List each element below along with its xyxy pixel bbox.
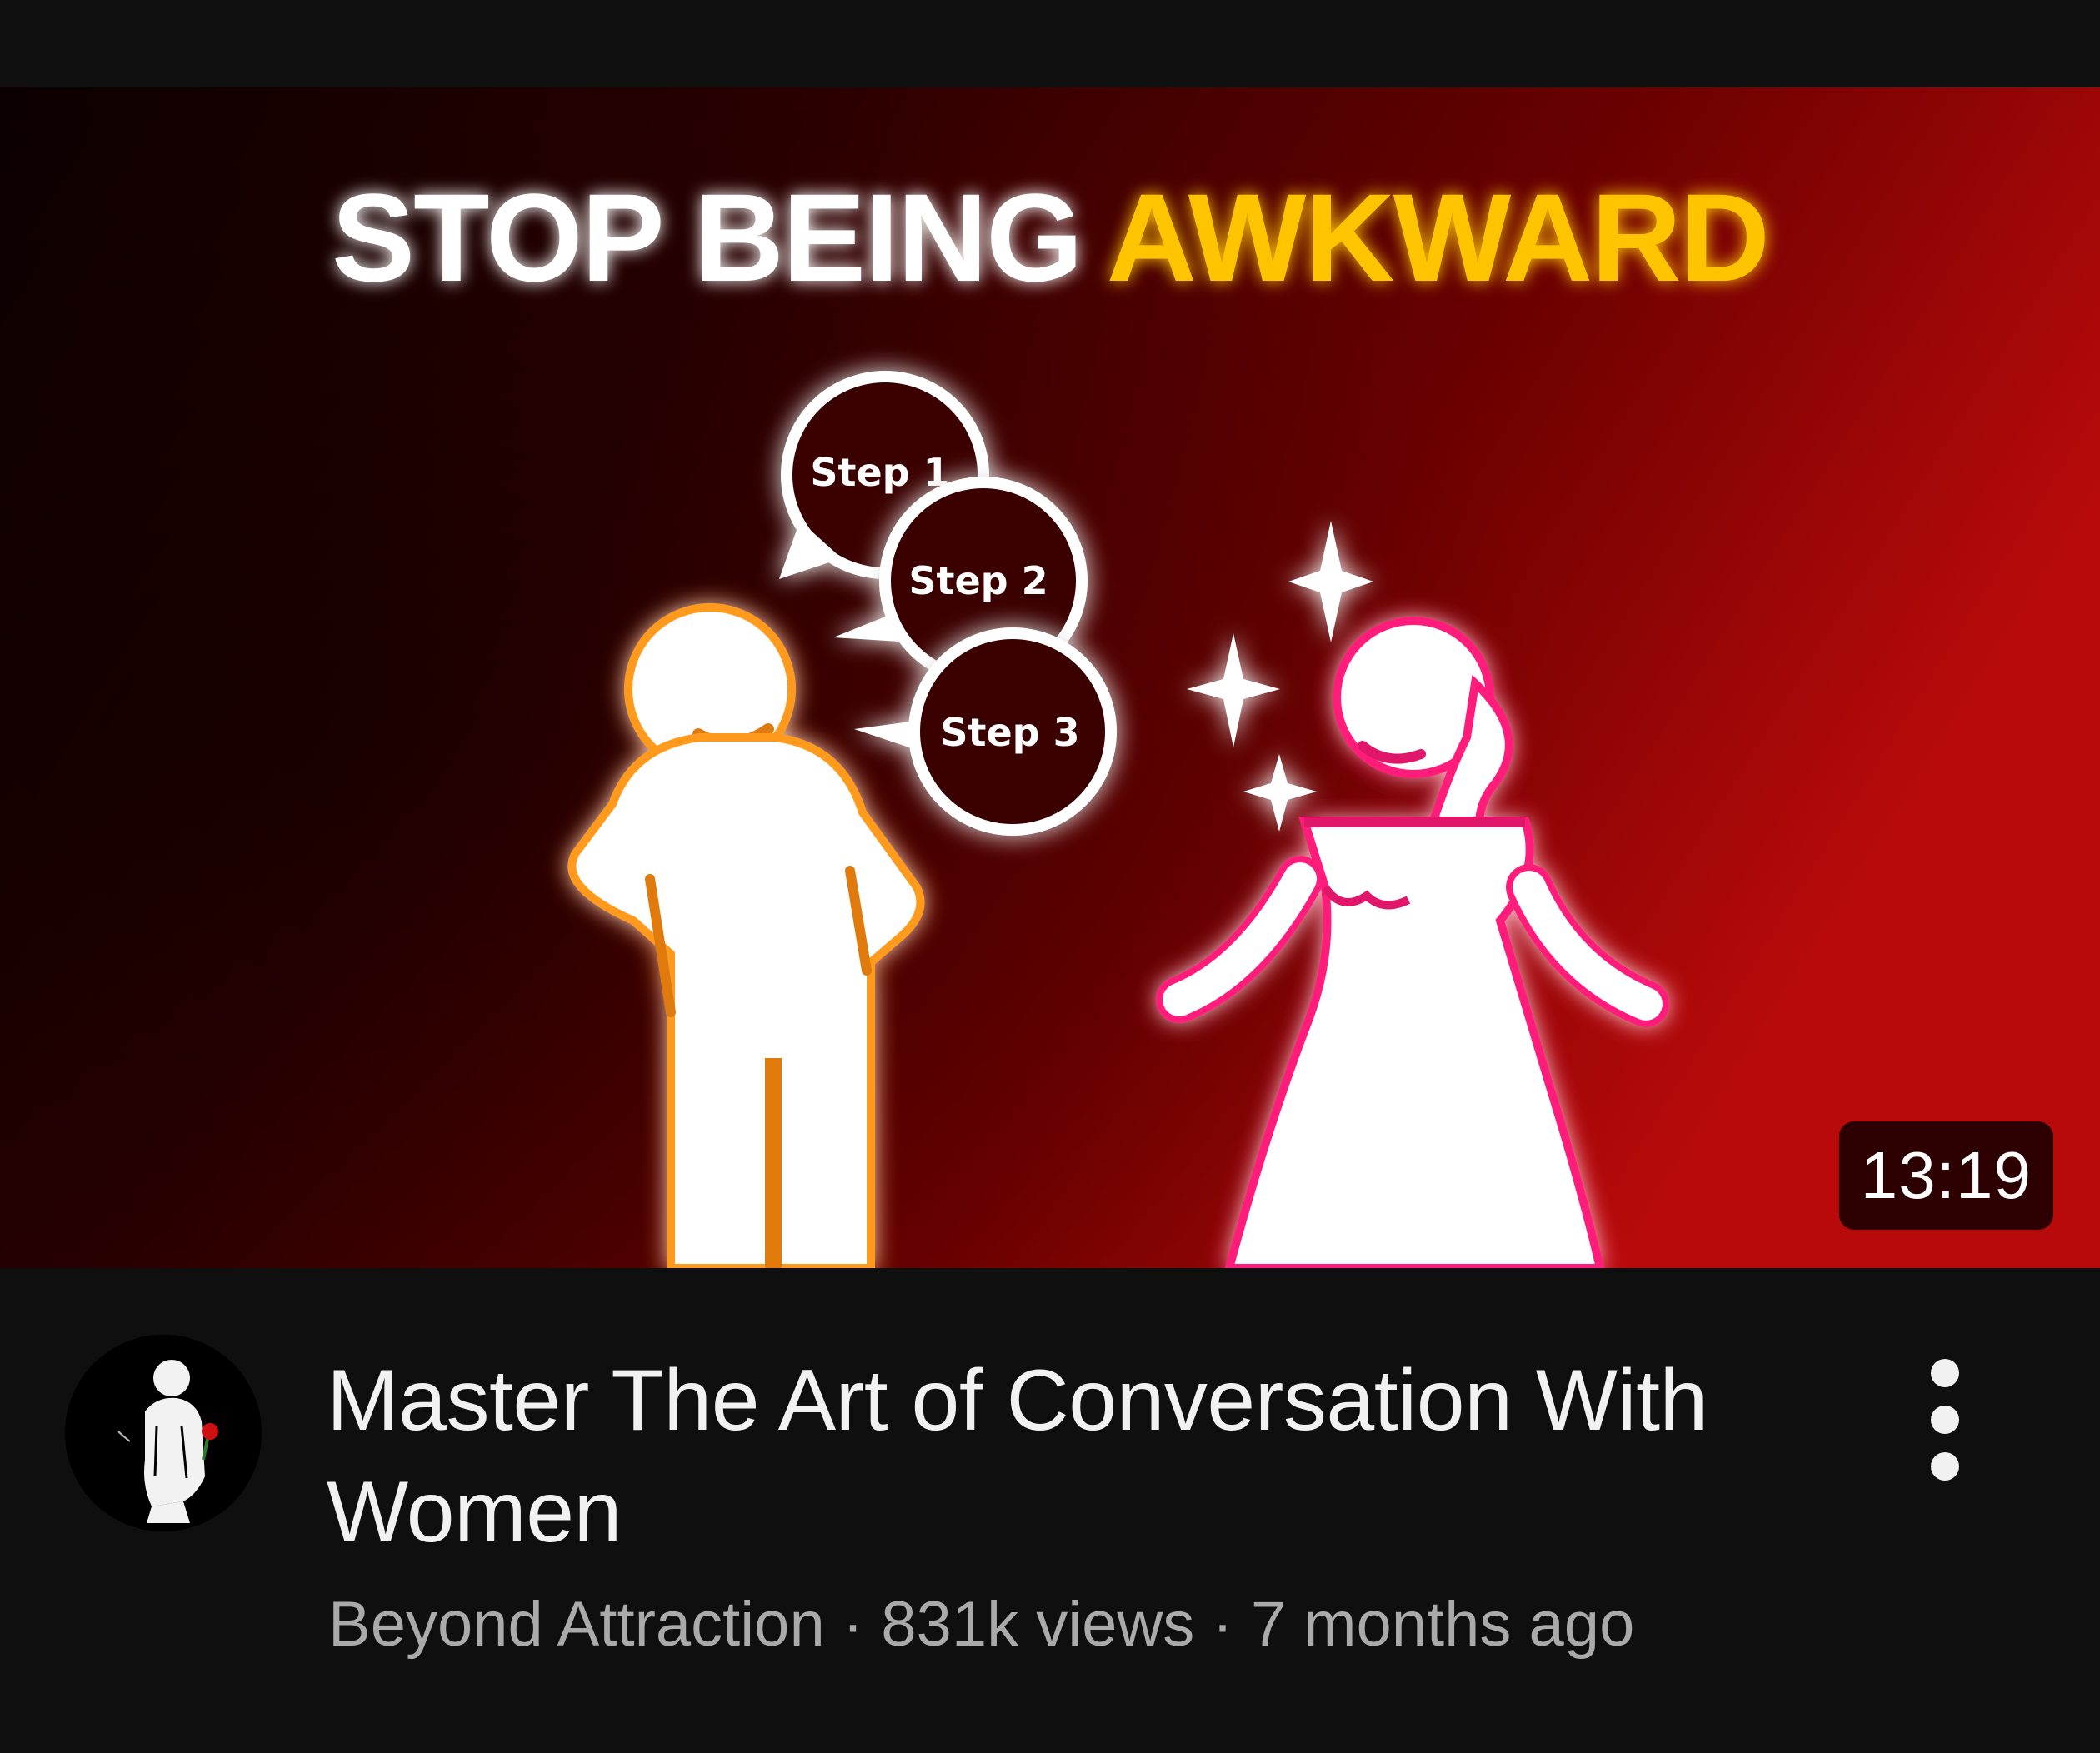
meta-separator: · xyxy=(1212,1589,1233,1660)
thumbnail-art: STOP BEING AWKWARD Step 1 Step 2 Step 3 xyxy=(0,87,2100,1268)
video-metadata: Beyond Attraction · 831k views · 7 month… xyxy=(328,1583,1634,1666)
channel-avatar[interactable] xyxy=(65,1335,262,1531)
upload-age: 7 months ago xyxy=(1250,1589,1635,1660)
thumbnail-headline: STOP BEING AWKWARD xyxy=(332,167,1768,307)
video-thumbnail[interactable]: STOP BEINGAWKWARD Step 1 Step 2 Step 3 xyxy=(0,87,2100,1268)
video-info-row: Master The Art of Conversation With Wome… xyxy=(0,1268,2100,1753)
view-count: 831k views xyxy=(881,1589,1195,1660)
svg-text:Step 3: Step 3 xyxy=(940,710,1079,755)
top-strip xyxy=(0,0,2100,87)
man-with-rose-icon xyxy=(65,1335,262,1531)
svg-text:Step 1: Step 1 xyxy=(810,450,949,495)
duration-badge: 13:19 xyxy=(1838,1121,2053,1230)
more-vert-icon xyxy=(1931,1359,1959,1481)
meta-separator: · xyxy=(842,1589,864,1660)
svg-text:Step 2: Step 2 xyxy=(908,558,1048,603)
more-options-button[interactable] xyxy=(1912,1353,1978,1486)
channel-name[interactable]: Beyond Attraction xyxy=(328,1589,825,1660)
video-title[interactable]: Master The Art of Conversation With Wome… xyxy=(327,1345,1793,1568)
